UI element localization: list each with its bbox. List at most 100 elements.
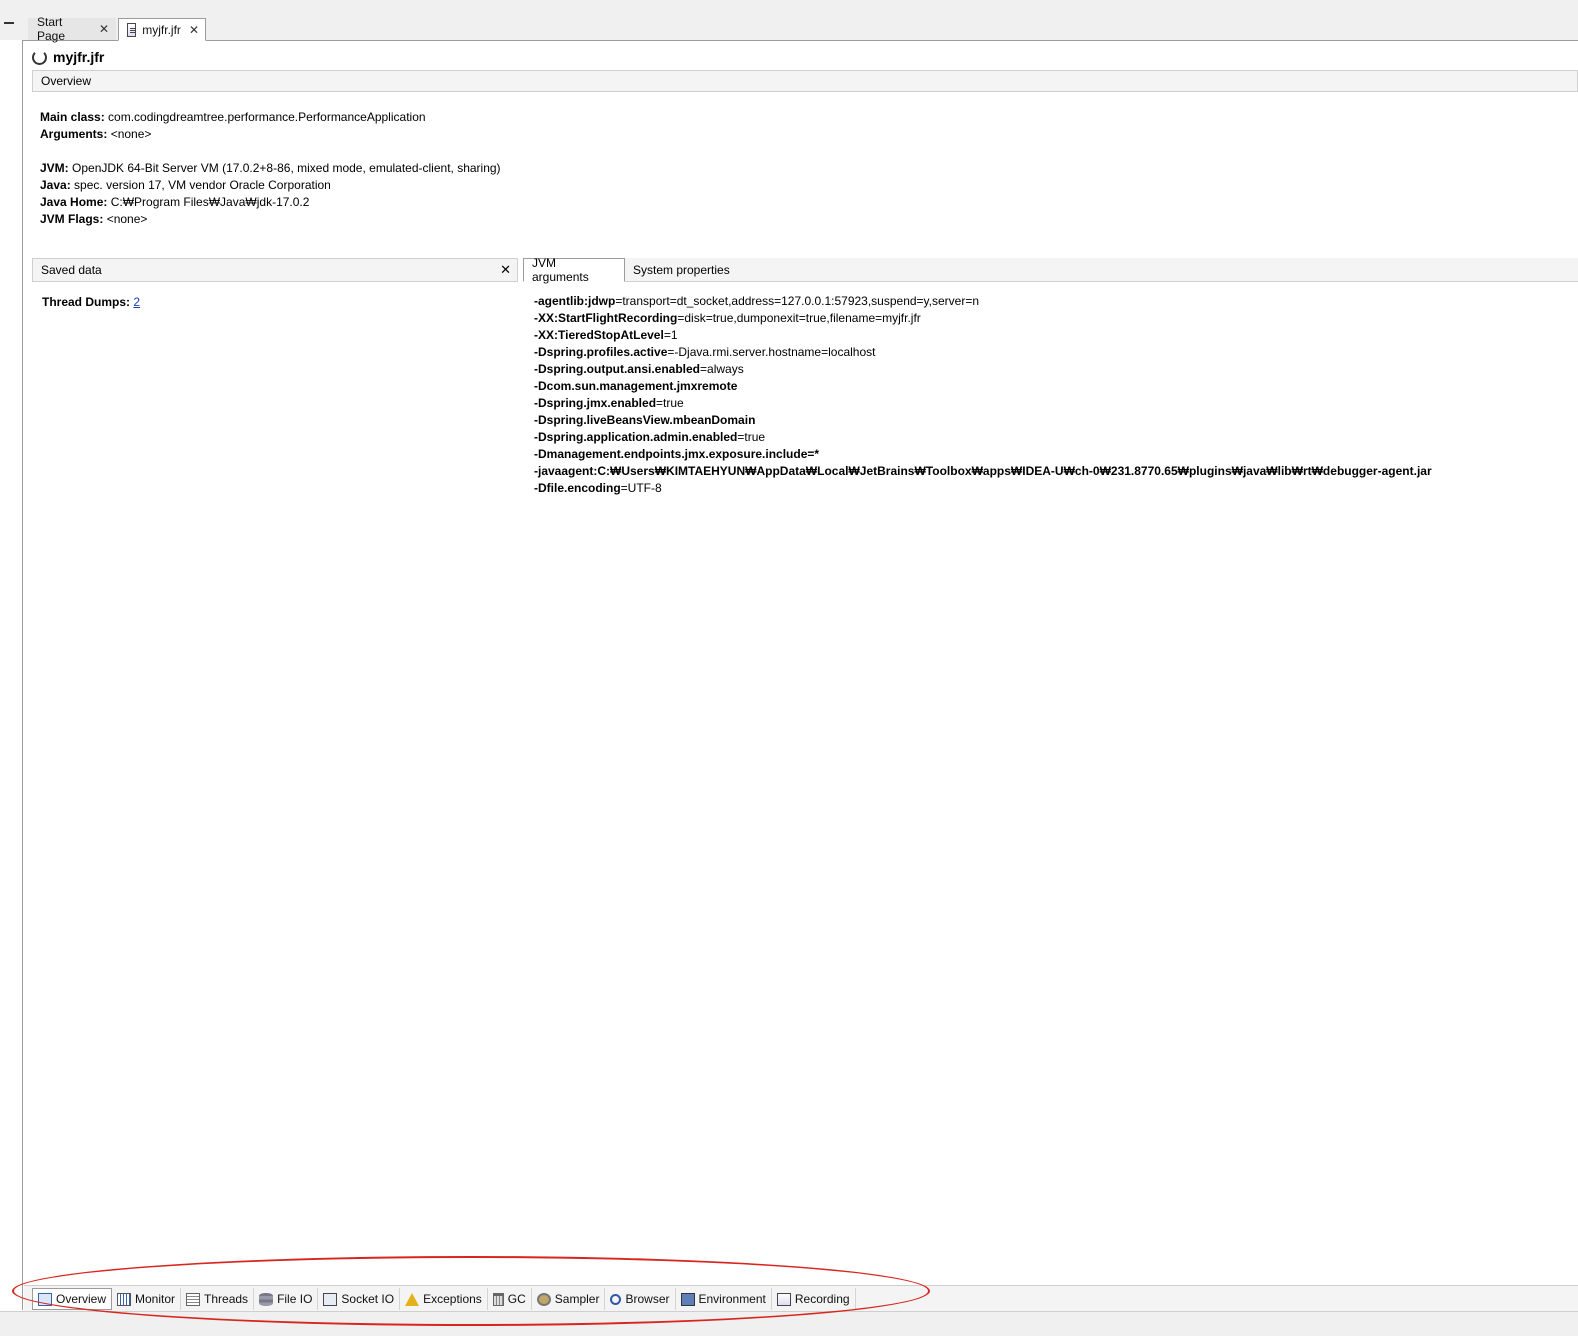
java-label: Java: <box>40 178 71 192</box>
list-item: -Dfile.encoding=UTF-8 <box>534 480 1432 497</box>
arg-value: =-Djava.rmi.server.hostname=localhost <box>667 345 876 359</box>
list-item: -Dspring.profiles.active=-Djava.rmi.serv… <box>534 344 1432 361</box>
jvm-flags-label: JVM Flags: <box>40 212 104 226</box>
arg-value: =disk=true,dumponexit=true,filename=myjf… <box>677 311 921 325</box>
sampler-icon <box>536 1292 551 1306</box>
arg-key: -Dspring.output.ansi.enabled <box>534 362 701 376</box>
tab-label: System properties <box>633 263 730 277</box>
arg-key: -Dcom.sun.management.jmxremote <box>534 379 738 393</box>
main-class-value: com.codingdreamtree.performance.Performa… <box>108 110 426 124</box>
java-home-value: C:₩Program Files₩Java₩jdk-17.0.2 <box>110 195 310 209</box>
tab-label: Recording <box>794 1292 850 1306</box>
jvm-panel-tabs: JVM arguments System properties <box>523 256 1578 284</box>
tab-label: JVM arguments <box>532 256 589 284</box>
list-item: -Dcom.sun.management.jmxremote <box>534 378 1432 395</box>
view-switcher-toolbar: Overview Monitor Threads File IO Socket … <box>24 1285 1578 1312</box>
arg-value: =true <box>737 430 766 444</box>
list-item: -Dmanagement.endpoints.jmx.exposure.incl… <box>534 446 1432 463</box>
environment-icon <box>680 1292 695 1306</box>
socket-io-icon <box>323 1292 338 1306</box>
arg-value: =1 <box>663 328 678 342</box>
tab-system-properties[interactable]: System properties <box>625 258 745 282</box>
tab-label: Socket IO <box>341 1292 395 1306</box>
main-class-row: Main class: com.codingdreamtree.performa… <box>40 109 501 126</box>
tab-myjfr[interactable]: myjfr.jfr ✕ <box>118 18 206 41</box>
saved-data-label: Saved data <box>41 263 102 277</box>
tab-label: Threads <box>204 1292 249 1306</box>
arg-key: -Dfile.encoding <box>534 481 621 495</box>
arg-value: =true <box>656 396 684 410</box>
arg-key: -Dspring.liveBeansView.mbeanDomain <box>534 413 756 427</box>
tab-exceptions[interactable]: Exceptions <box>400 1288 488 1310</box>
tab-label: Overview <box>56 1292 107 1306</box>
tab-monitor[interactable]: Monitor <box>112 1288 182 1310</box>
list-item: -XX:StartFlightRecording=disk=true,dumpo… <box>534 310 1432 327</box>
tab-environment[interactable]: Environment <box>676 1288 772 1310</box>
jvm-value: OpenJDK 64-Bit Server VM (17.0.2+8-86, m… <box>72 161 501 175</box>
java-home-label: Java Home: <box>40 195 108 209</box>
monitor-icon <box>117 1292 132 1306</box>
list-item: -javaagent:C:₩Users₩KIMTAEHYUN₩AppData₩L… <box>534 463 1432 480</box>
tab-gc[interactable]: GC <box>488 1288 532 1310</box>
jvm-arguments-list: -agentlib:jdwp=transport=dt_socket,addre… <box>534 293 1432 497</box>
arg-value: =transport=dt_socket,address=127.0.0.1:5… <box>615 294 980 308</box>
thread-dumps-label: Thread Dumps: <box>42 295 131 309</box>
tab-threads[interactable]: Threads <box>181 1288 255 1310</box>
tab-sampler[interactable]: Sampler <box>532 1288 606 1310</box>
tab-recording[interactable]: Recording <box>772 1288 856 1310</box>
list-item: -Dspring.output.ansi.enabled=always <box>534 361 1432 378</box>
thread-dumps-link[interactable]: 2 <box>133 295 140 309</box>
close-icon[interactable]: ✕ <box>99 22 109 36</box>
tab-browser[interactable]: Browser <box>605 1288 676 1310</box>
minimize-icon[interactable] <box>4 22 14 24</box>
list-item: -Dspring.liveBeansView.mbeanDomain <box>534 412 1432 429</box>
tab-label: Environment <box>698 1292 766 1306</box>
arg-key: -Dmanagement.endpoints.jmx.exposure.incl… <box>534 447 820 461</box>
main-content: myjfr.jfr Overview Main class: com.codin… <box>24 41 1578 1285</box>
tab-jvm-arguments[interactable]: JVM arguments <box>523 256 625 284</box>
tab-socket-io[interactable]: Socket IO <box>318 1288 401 1310</box>
browser-icon <box>610 1293 622 1305</box>
threads-icon <box>186 1292 201 1306</box>
arg-key: -Dspring.jmx.enabled <box>534 396 657 410</box>
arguments-row: Arguments: <none> <box>40 126 501 143</box>
arg-key: -Dspring.profiles.active <box>534 345 668 359</box>
tab-label: Monitor <box>135 1292 176 1306</box>
page-title-text: myjfr.jfr <box>53 49 105 65</box>
left-side-panel <box>0 40 23 1310</box>
arg-key: -Dspring.application.admin.enabled <box>534 430 738 444</box>
tab-label: myjfr.jfr <box>142 22 181 37</box>
arg-value: =always <box>700 362 744 376</box>
list-item: -agentlib:jdwp=transport=dt_socket,addre… <box>534 293 1432 310</box>
java-value: spec. version 17, VM vendor Oracle Corpo… <box>74 178 331 192</box>
editor-tab-bar: Start Page ✕ myjfr.jfr ✕ <box>0 0 1578 43</box>
overview-icon <box>38 1292 52 1306</box>
tab-file-io[interactable]: File IO <box>254 1288 319 1310</box>
list-item: -Dspring.jmx.enabled=true <box>534 395 1432 412</box>
tab-label: Exceptions <box>423 1292 482 1306</box>
java-row: Java: spec. version 17, VM vendor Oracle… <box>40 177 501 194</box>
recording-icon <box>776 1292 791 1306</box>
jfr-file-icon <box>127 22 137 37</box>
file-io-icon <box>259 1292 274 1306</box>
gc-icon <box>492 1292 504 1306</box>
page-title: myjfr.jfr <box>32 47 104 67</box>
overview-section-header: Overview <box>32 70 1578 92</box>
arg-key: -javaagent:C:₩Users₩KIMTAEHYUN₩AppData₩L… <box>534 464 1432 478</box>
arg-key: -agentlib:jdwp <box>534 294 616 308</box>
list-item: -XX:TieredStopAtLevel=1 <box>534 327 1432 344</box>
jvm-row: JVM: OpenJDK 64-Bit Server VM (17.0.2+8-… <box>40 160 501 177</box>
status-strip <box>0 1311 1578 1336</box>
arg-key: -XX:StartFlightRecording <box>534 311 678 325</box>
arguments-label: Arguments: <box>40 127 108 141</box>
tab-label: GC <box>507 1292 526 1306</box>
jvm-flags-row: JVM Flags: <none> <box>40 211 501 228</box>
close-icon[interactable]: ✕ <box>189 23 199 37</box>
tab-label: Browser <box>625 1292 670 1306</box>
close-icon[interactable]: ✕ <box>500 262 511 278</box>
overview-info: Main class: com.codingdreamtree.performa… <box>40 109 501 228</box>
tab-overview[interactable]: Overview <box>32 1288 113 1310</box>
tab-start-page[interactable]: Start Page ✕ <box>28 15 116 43</box>
thread-dumps-row: Thread Dumps: 2 <box>42 295 140 309</box>
tab-label: File IO <box>277 1292 313 1306</box>
